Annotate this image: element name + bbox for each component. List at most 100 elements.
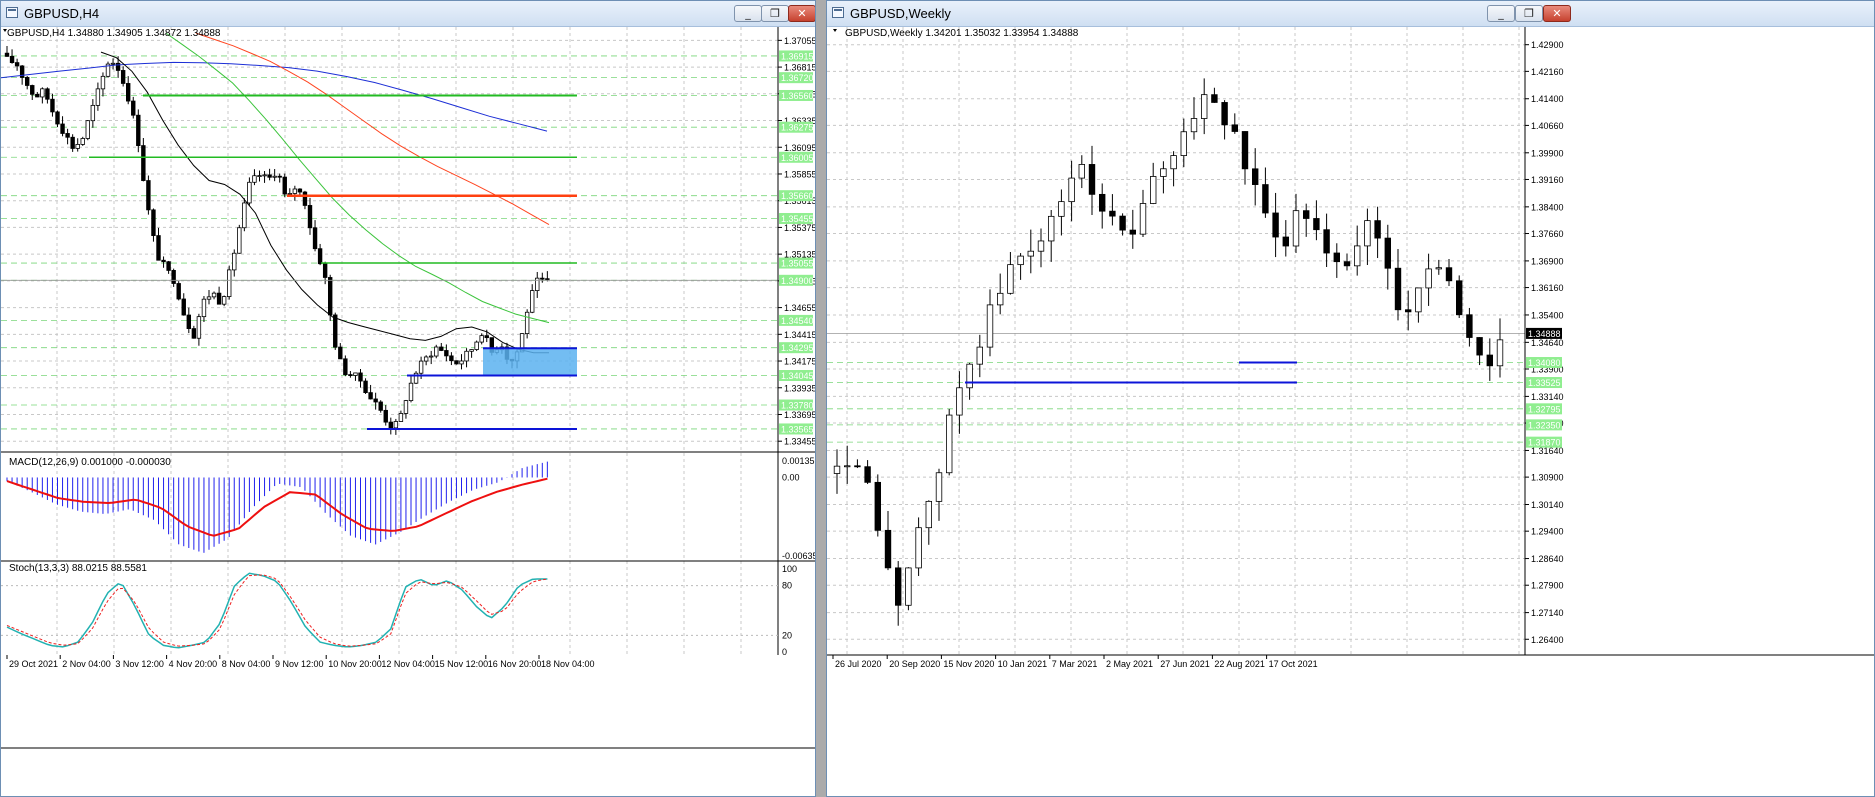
- level-label: 1.34900: [781, 276, 814, 286]
- candle-body: [171, 270, 176, 284]
- chart-window-icon: [6, 7, 18, 18]
- candle-body: [277, 175, 282, 178]
- weekly-ohlc-info: GBPUSD,Weekly 1.34201 1.35032 1.33954 1.…: [845, 28, 1079, 39]
- h4-support-resistance[interactable]: [1, 94, 778, 430]
- candle-body: [1262, 184, 1269, 214]
- candle-body: [479, 335, 484, 343]
- h4-title-bar[interactable]: GBPUSD,H4 _ ❐ ✕: [1, 1, 815, 27]
- candle-body: [459, 360, 464, 365]
- price-tick-label: 1.37055: [784, 36, 815, 46]
- candle-body: [252, 175, 257, 183]
- stoch-label: Stoch(13,3,3) 88.0215 88.5581: [9, 563, 147, 574]
- candle-body: [1445, 267, 1453, 282]
- candle-body: [1180, 131, 1187, 156]
- candle-body: [65, 133, 70, 138]
- candle-body: [120, 70, 126, 84]
- price-tick-label: 1.29400: [1531, 527, 1564, 537]
- candle-body: [1272, 212, 1279, 238]
- candle-body: [484, 335, 489, 339]
- time-tick-label: 4 Nov 20:00: [169, 659, 218, 669]
- candle-body: [545, 278, 550, 281]
- candle-body: [833, 465, 841, 474]
- time-tick-label: 26 Jul 2020: [835, 659, 882, 669]
- candle-body: [935, 472, 943, 502]
- level-label: 1.33565: [781, 424, 814, 434]
- demand-zone: [483, 348, 577, 376]
- close-button[interactable]: ✕: [788, 5, 815, 22]
- stochastic-panel: 100 80 20 0: [1, 564, 797, 657]
- candle-body: [90, 104, 96, 122]
- level-label: 1.35660: [781, 191, 814, 201]
- time-tick-label: 12 Nov 04:00: [381, 659, 435, 669]
- level-label: 1.33525: [1528, 378, 1561, 388]
- candle-body: [843, 465, 851, 468]
- candle-body: [368, 392, 373, 400]
- h4-chart-canvas[interactable]: 1.370551.368151.365751.363351.360951.358…: [1, 27, 815, 797]
- price-tick-label: 1.42900: [1531, 40, 1564, 50]
- candle-body: [864, 466, 871, 483]
- restore-button[interactable]: ❐: [761, 5, 789, 22]
- candle-body: [1170, 155, 1177, 170]
- price-tick-label: 1.36815: [784, 63, 815, 73]
- level-label: 1.36915: [781, 51, 814, 61]
- level-label: 1.34295: [781, 343, 814, 353]
- level-label: 1.36720: [781, 73, 814, 83]
- candle-body: [348, 374, 353, 377]
- weekly-chart-window[interactable]: GBPUSD,Weekly _ ❐ ✕ 1.42900 1.42160 1.4140…: [826, 0, 1875, 797]
- candle-body: [1251, 168, 1259, 185]
- candle-body: [262, 174, 267, 177]
- candle-body: [966, 363, 973, 389]
- candle-body: [1496, 339, 1504, 367]
- weekly-window-title: GBPUSD,Weekly: [850, 6, 951, 21]
- candle-body: [40, 88, 45, 98]
- candle-body: [242, 202, 247, 229]
- price-tick-label: 1.35400: [1531, 310, 1564, 320]
- stoch-tick-label: 20: [782, 630, 792, 640]
- minimize-button[interactable]: _: [1487, 5, 1515, 22]
- candle-body: [1211, 94, 1218, 103]
- h4-chart-window[interactable]: GBPUSD,H4 _ ❐ ✕ 1.370551.368151.365751.3…: [0, 0, 816, 797]
- weekly-horizontal-levels: [827, 333, 1525, 443]
- close-button[interactable]: ✕: [1543, 5, 1571, 22]
- candle-body: [297, 188, 303, 193]
- candle-body: [1354, 245, 1361, 267]
- time-tick-label: 16 Nov 20:00: [488, 659, 542, 669]
- minimize-button[interactable]: _: [734, 5, 762, 22]
- candle-body: [946, 414, 953, 474]
- candle-body: [161, 259, 166, 263]
- candle-body: [196, 316, 202, 339]
- level-label: 1.36275: [781, 123, 814, 133]
- h4-candles: [4, 45, 550, 435]
- candle-body: [35, 93, 40, 98]
- time-tick-label: 10 Nov 20:00: [328, 659, 382, 669]
- h4-chart-area[interactable]: 1.370551.368151.365751.363351.360951.358…: [1, 27, 815, 797]
- candle-body: [55, 111, 60, 125]
- candle-body: [358, 372, 363, 382]
- candle-body: [1160, 168, 1167, 177]
- time-tick-label: 15 Nov 12:00: [435, 659, 489, 669]
- weekly-chart-canvas[interactable]: 1.42900 1.42160 1.41400 1.40660 1.39900 1.391…: [827, 27, 1874, 797]
- h4-ohlc-info: GBPUSD,H4 1.34880 1.34905 1.34872 1.3488…: [7, 28, 221, 39]
- price-tick-label: 1.26400: [1531, 635, 1564, 645]
- stoch-tick-label: 80: [782, 581, 792, 591]
- restore-button[interactable]: ❐: [1515, 5, 1543, 22]
- candle-body: [221, 296, 227, 305]
- level-label: 1.34540: [781, 316, 814, 326]
- price-tick-label: 1.30900: [1531, 473, 1564, 483]
- candle-body: [1129, 229, 1136, 235]
- candle-body: [1405, 309, 1412, 313]
- candle-body: [956, 387, 963, 416]
- candle-body: [216, 292, 222, 305]
- candle-body: [464, 350, 469, 362]
- time-tick-label: 18 Nov 04:00: [541, 659, 595, 669]
- price-tick-label: 1.35375: [784, 223, 815, 233]
- level-label: 1.32795: [1528, 404, 1561, 414]
- candle-body: [363, 380, 368, 394]
- candle-body: [1435, 267, 1442, 270]
- candle-body: [146, 180, 151, 211]
- candle-body: [282, 176, 287, 195]
- weekly-chart-area[interactable]: 1.42900 1.42160 1.41400 1.40660 1.39900 1.391…: [827, 27, 1874, 797]
- weekly-title-bar[interactable]: GBPUSD,Weekly _ ❐ ✕: [827, 1, 1874, 27]
- candle-body: [454, 360, 459, 365]
- candle-body: [232, 252, 237, 271]
